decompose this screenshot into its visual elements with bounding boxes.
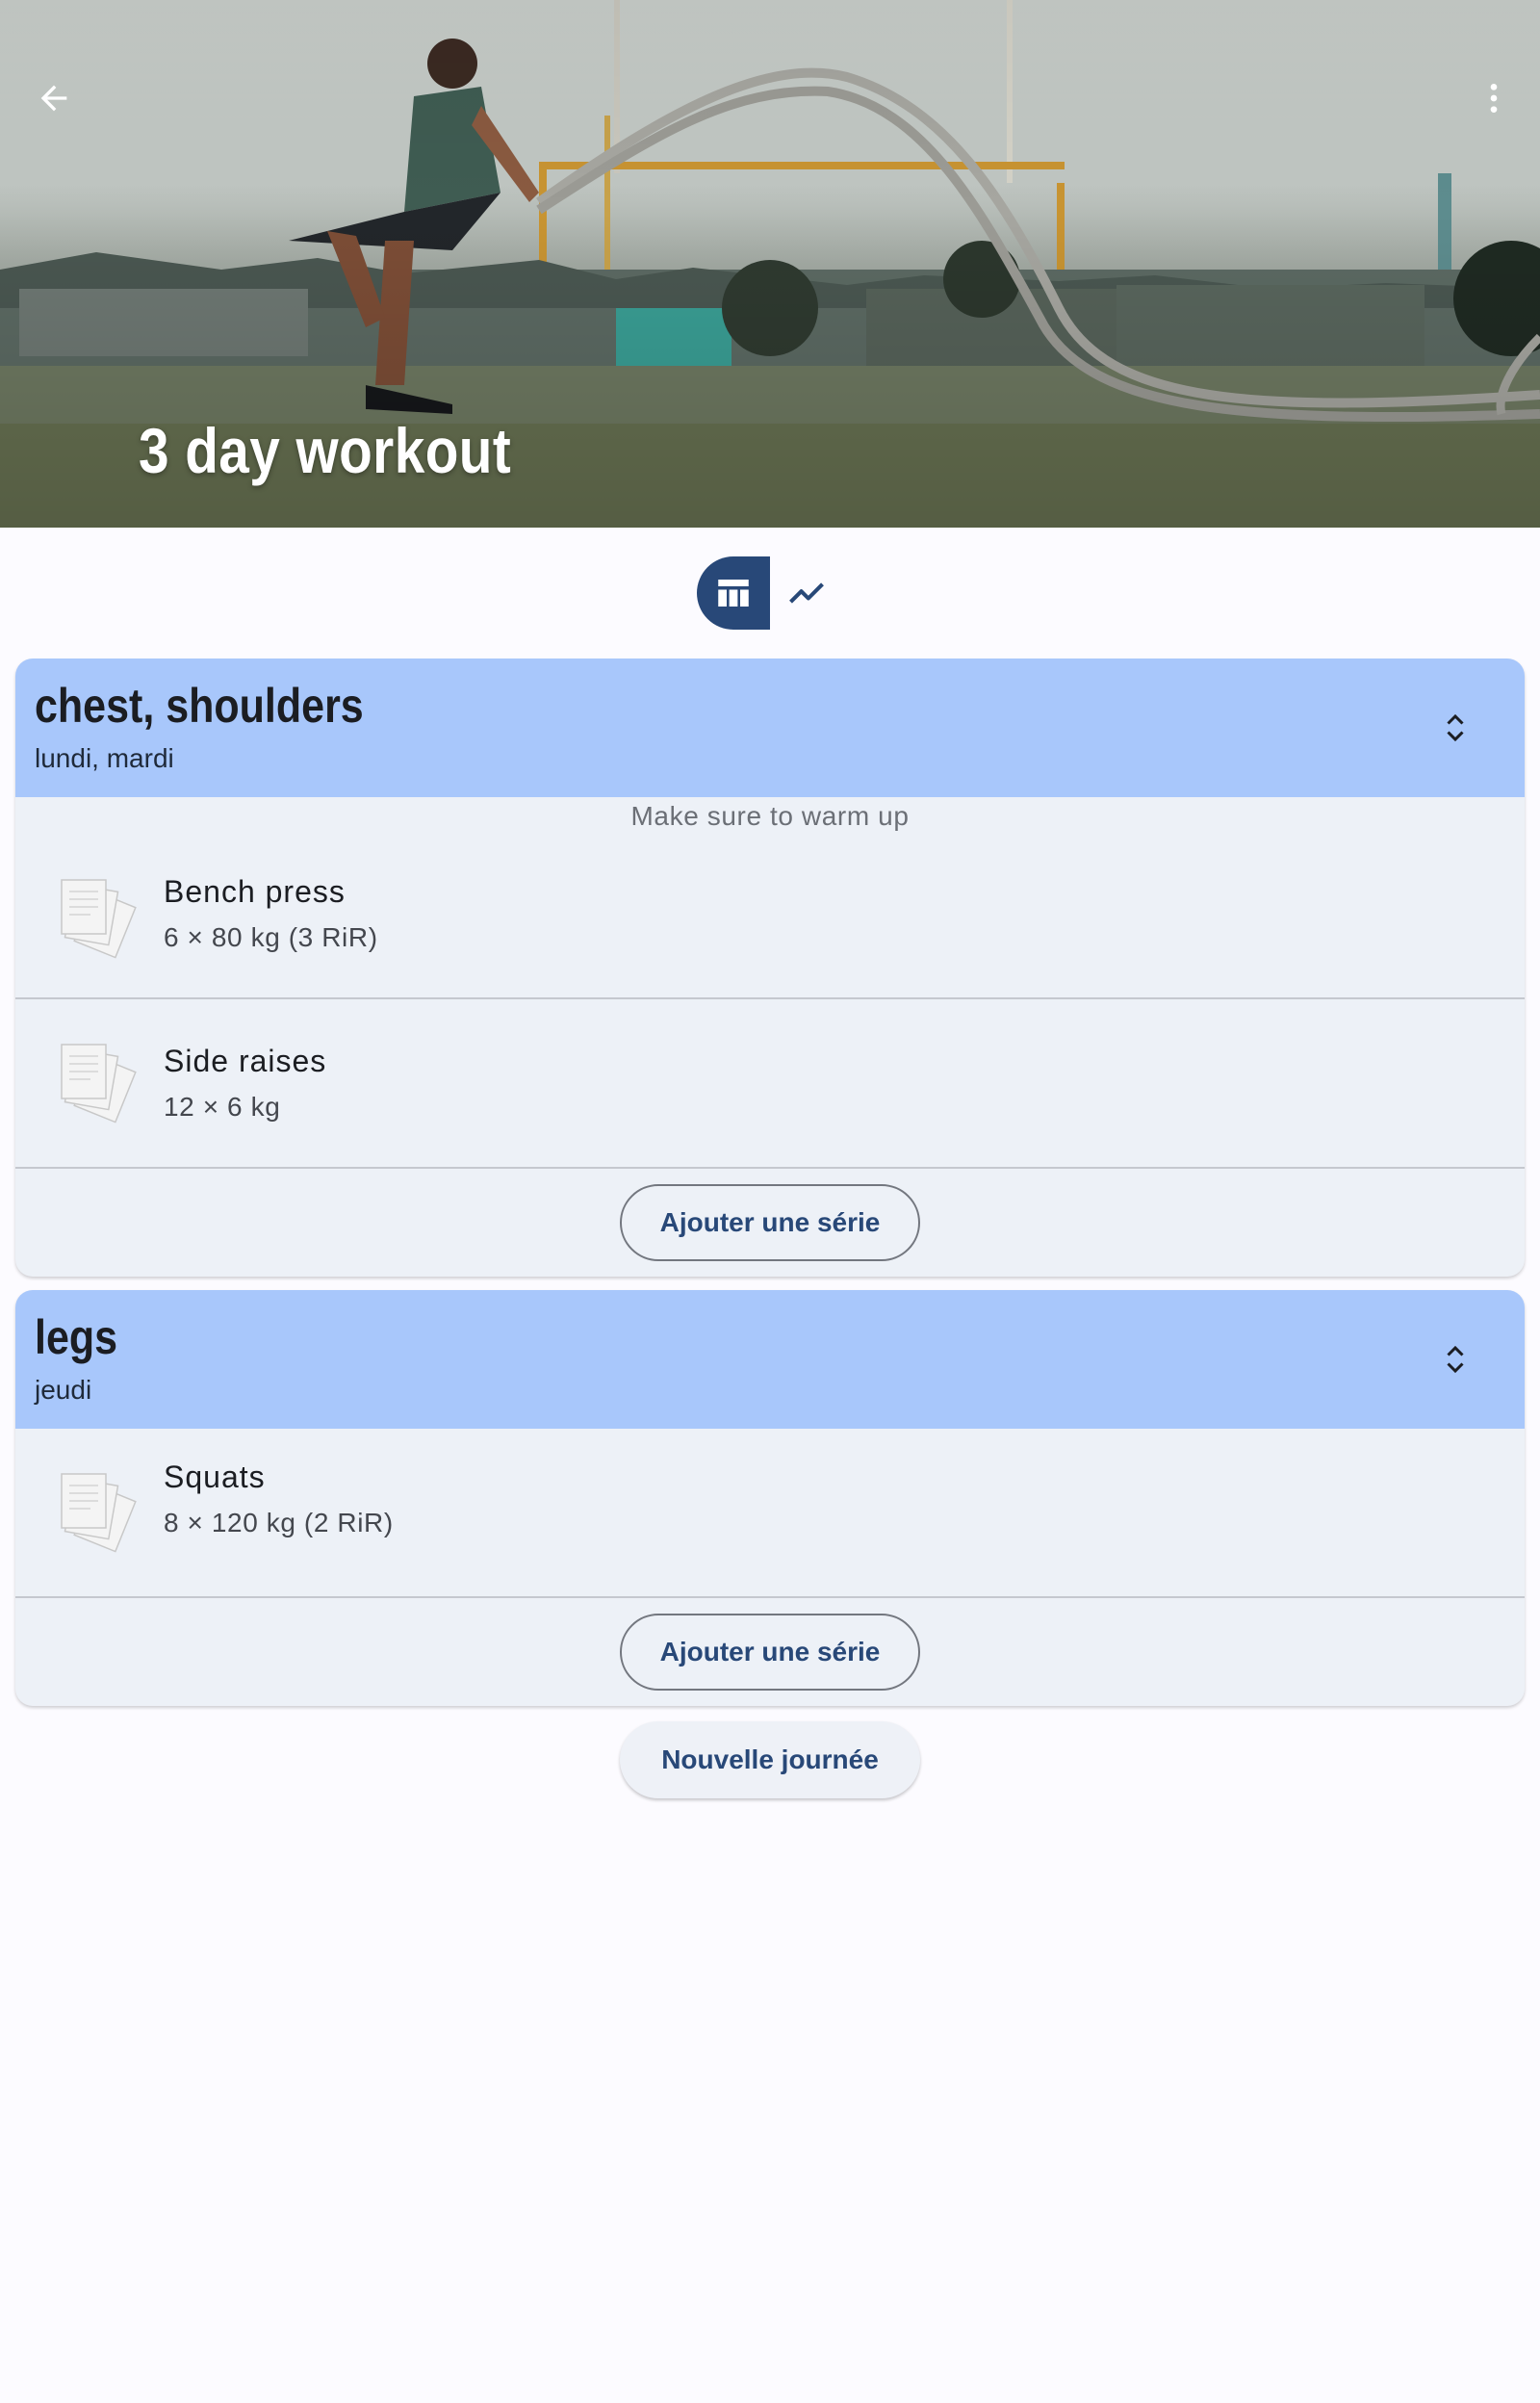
back-button[interactable] (19, 64, 89, 133)
day-card: chest, shoulders lundi, mardi Make sure … (15, 659, 1525, 1277)
page-title: 3 day workout (139, 415, 512, 486)
exercise-detail: 8 × 120 kg (2 RiR) (164, 1508, 394, 1537)
card-actions: Ajouter une série (15, 1598, 1525, 1706)
day-note: Make sure to warm up (630, 801, 910, 831)
unfold-icon (1447, 1345, 1464, 1374)
table-view-button[interactable] (697, 556, 770, 630)
expand-collapse-button[interactable] (1428, 701, 1482, 755)
add-set-button[interactable]: Ajouter une série (620, 1184, 920, 1261)
exercise-name: Bench press (164, 874, 346, 909)
card-actions: Ajouter une série (15, 1169, 1525, 1277)
exercise-name: Side raises (164, 1044, 327, 1078)
day-card: legs jeudi Squats 8 × 120 kg (2 RiR) Ajo… (15, 1290, 1525, 1706)
day-title: legs (35, 1310, 118, 1364)
new-day-button[interactable]: Nouvelle journée (620, 1721, 920, 1798)
unfold-icon (1447, 713, 1464, 742)
exercise-row[interactable]: Squats 8 × 120 kg (2 RiR) (15, 1429, 1525, 1598)
day-title: chest, shoulders (35, 679, 364, 733)
documents-icon (61, 1044, 137, 1124)
exercise-detail: 12 × 6 kg (164, 1092, 281, 1122)
documents-icon (61, 879, 137, 959)
more-options-button[interactable] (1459, 64, 1528, 133)
day-subtitle: jeudi (35, 1375, 92, 1405)
add-set-button[interactable]: Ajouter une série (620, 1614, 920, 1691)
hero-header: 3 day workout (0, 0, 1540, 528)
exercise-row[interactable]: Side raises 12 × 6 kg (15, 999, 1525, 1169)
arrow-back-icon (40, 85, 67, 112)
more-vertical-icon (1490, 84, 1498, 113)
day-header[interactable]: legs jeudi (15, 1290, 1525, 1429)
exercise-row[interactable]: Bench press 6 × 80 kg (3 RiR) (15, 840, 1525, 999)
day-header[interactable]: chest, shoulders lundi, mardi (15, 659, 1525, 797)
day-subtitle: lundi, mardi (35, 743, 174, 773)
chart-view-button[interactable] (770, 556, 843, 630)
view-toggle (697, 556, 843, 630)
exercise-name: Squats (164, 1460, 266, 1494)
expand-collapse-button[interactable] (1428, 1332, 1482, 1386)
table-icon (718, 580, 749, 607)
trending-up-icon (789, 582, 824, 604)
documents-icon (61, 1473, 137, 1553)
exercise-detail: 6 × 80 kg (3 RiR) (164, 922, 378, 952)
